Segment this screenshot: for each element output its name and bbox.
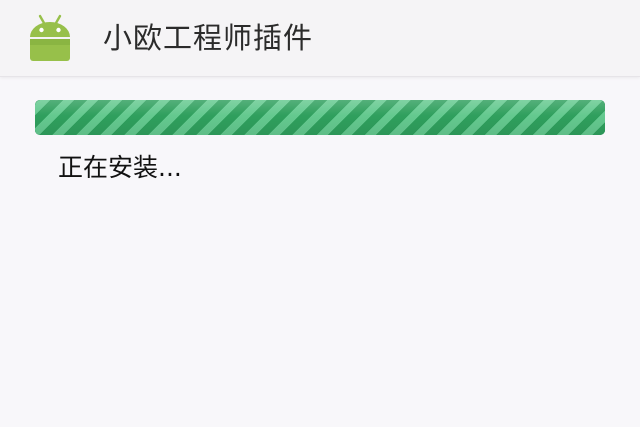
action-bar: 小欧工程师插件 [0, 0, 640, 77]
android-robot-icon [30, 14, 70, 61]
install-progress-bar [35, 100, 605, 135]
install-screen: 小欧工程师插件 正在安装... [0, 0, 640, 427]
install-status-text: 正在安装... [58, 153, 182, 182]
app-title: 小欧工程师插件 [103, 21, 314, 55]
progress-fill [35, 100, 605, 135]
